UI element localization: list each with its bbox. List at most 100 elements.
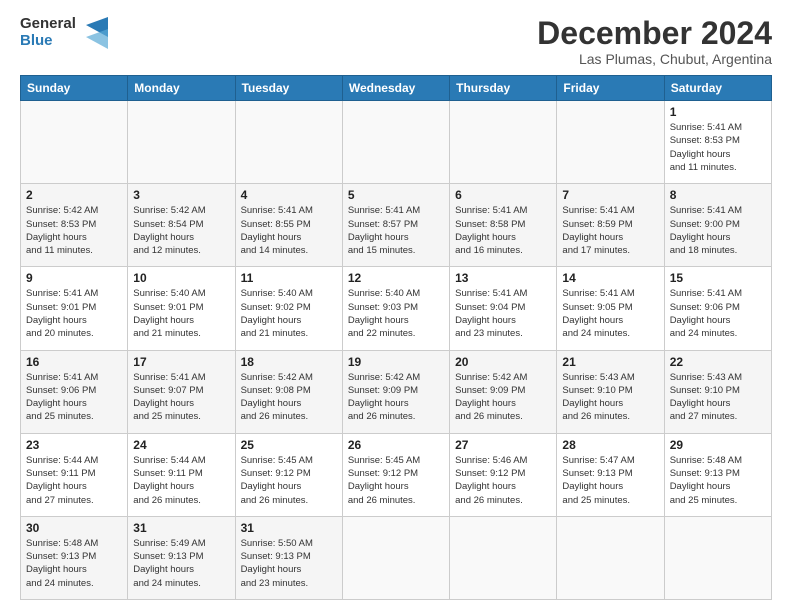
day-info: Sunrise: 5:41 AM Sunset: 9:06 PM Dayligh… <box>26 372 98 423</box>
cell-3-2: 18 Sunrise: 5:42 AM Sunset: 9:08 PM Dayl… <box>235 350 342 433</box>
day-info: Sunrise: 5:41 AM Sunset: 9:05 PM Dayligh… <box>562 288 634 339</box>
cell-4-1: 24 Sunrise: 5:44 AM Sunset: 9:11 PM Dayl… <box>128 433 235 516</box>
cell-3-1: 17 Sunrise: 5:41 AM Sunset: 9:07 PM Dayl… <box>128 350 235 433</box>
calendar-header-row: Sunday Monday Tuesday Wednesday Thursday… <box>21 76 772 101</box>
cell-5-1: 31 Sunrise: 5:49 AM Sunset: 9:13 PM Dayl… <box>128 516 235 599</box>
week-row-3: 16 Sunrise: 5:41 AM Sunset: 9:06 PM Dayl… <box>21 350 772 433</box>
logo-general-text: General <box>20 16 76 33</box>
day-number: 20 <box>455 355 551 369</box>
day-info: Sunrise: 5:41 AM Sunset: 8:57 PM Dayligh… <box>348 205 420 256</box>
day-number: 14 <box>562 271 658 285</box>
cell-2-3: 12 Sunrise: 5:40 AM Sunset: 9:03 PM Dayl… <box>342 267 449 350</box>
cell-2-5: 14 Sunrise: 5:41 AM Sunset: 9:05 PM Dayl… <box>557 267 664 350</box>
cell-5-5 <box>557 516 664 599</box>
logo-blue-text: Blue <box>20 33 76 50</box>
day-info: Sunrise: 5:40 AM Sunset: 9:01 PM Dayligh… <box>133 288 205 339</box>
day-info: Sunrise: 5:41 AM Sunset: 8:58 PM Dayligh… <box>455 205 527 256</box>
day-info: Sunrise: 5:41 AM Sunset: 9:07 PM Dayligh… <box>133 372 205 423</box>
cell-1-1: 3 Sunrise: 5:42 AM Sunset: 8:54 PM Dayli… <box>128 184 235 267</box>
day-info: Sunrise: 5:48 AM Sunset: 9:13 PM Dayligh… <box>670 455 742 506</box>
cell-1-5: 7 Sunrise: 5:41 AM Sunset: 8:59 PM Dayli… <box>557 184 664 267</box>
cell-3-4: 20 Sunrise: 5:42 AM Sunset: 9:09 PM Dayl… <box>450 350 557 433</box>
day-number: 31 <box>241 521 337 535</box>
day-number: 10 <box>133 271 229 285</box>
main-title: December 2024 <box>537 16 772 51</box>
cell-5-2: 31 Sunrise: 5:50 AM Sunset: 9:13 PM Dayl… <box>235 516 342 599</box>
cell-2-4: 13 Sunrise: 5:41 AM Sunset: 9:04 PM Dayl… <box>450 267 557 350</box>
day-number: 23 <box>26 438 122 452</box>
day-info: Sunrise: 5:42 AM Sunset: 8:53 PM Dayligh… <box>26 205 98 256</box>
day-number: 6 <box>455 188 551 202</box>
day-number: 8 <box>670 188 766 202</box>
day-number: 13 <box>455 271 551 285</box>
cell-3-5: 21 Sunrise: 5:43 AM Sunset: 9:10 PM Dayl… <box>557 350 664 433</box>
day-info: Sunrise: 5:42 AM Sunset: 9:09 PM Dayligh… <box>348 372 420 423</box>
day-info: Sunrise: 5:47 AM Sunset: 9:13 PM Dayligh… <box>562 455 634 506</box>
day-info: Sunrise: 5:43 AM Sunset: 9:10 PM Dayligh… <box>670 372 742 423</box>
week-row-1: 2 Sunrise: 5:42 AM Sunset: 8:53 PM Dayli… <box>21 184 772 267</box>
cell-1-4: 6 Sunrise: 5:41 AM Sunset: 8:58 PM Dayli… <box>450 184 557 267</box>
week-row-5: 30 Sunrise: 5:48 AM Sunset: 9:13 PM Dayl… <box>21 516 772 599</box>
day-number: 24 <box>133 438 229 452</box>
cell-3-3: 19 Sunrise: 5:42 AM Sunset: 9:09 PM Dayl… <box>342 350 449 433</box>
day-number: 22 <box>670 355 766 369</box>
cell-4-2: 25 Sunrise: 5:45 AM Sunset: 9:12 PM Dayl… <box>235 433 342 516</box>
day-info: Sunrise: 5:50 AM Sunset: 9:13 PM Dayligh… <box>241 538 313 589</box>
day-number: 31 <box>133 521 229 535</box>
subtitle: Las Plumas, Chubut, Argentina <box>537 51 772 67</box>
cell-1-0: 2 Sunrise: 5:42 AM Sunset: 8:53 PM Dayli… <box>21 184 128 267</box>
cell-0-1 <box>128 101 235 184</box>
day-info: Sunrise: 5:40 AM Sunset: 9:02 PM Dayligh… <box>241 288 313 339</box>
week-row-2: 9 Sunrise: 5:41 AM Sunset: 9:01 PM Dayli… <box>21 267 772 350</box>
cell-5-4 <box>450 516 557 599</box>
cell-2-6: 15 Sunrise: 5:41 AM Sunset: 9:06 PM Dayl… <box>664 267 771 350</box>
title-area: December 2024 Las Plumas, Chubut, Argent… <box>537 16 772 67</box>
day-number: 15 <box>670 271 766 285</box>
cell-0-4 <box>450 101 557 184</box>
header-wednesday: Wednesday <box>342 76 449 101</box>
day-info: Sunrise: 5:48 AM Sunset: 9:13 PM Dayligh… <box>26 538 98 589</box>
day-number: 25 <box>241 438 337 452</box>
cell-0-3 <box>342 101 449 184</box>
day-info: Sunrise: 5:45 AM Sunset: 9:12 PM Dayligh… <box>241 455 313 506</box>
cell-2-0: 9 Sunrise: 5:41 AM Sunset: 9:01 PM Dayli… <box>21 267 128 350</box>
day-number: 26 <box>348 438 444 452</box>
header-monday: Monday <box>128 76 235 101</box>
cell-0-6: 1 Sunrise: 5:41 AM Sunset: 8:53 PM Dayli… <box>664 101 771 184</box>
day-info: Sunrise: 5:41 AM Sunset: 9:04 PM Dayligh… <box>455 288 527 339</box>
calendar-table: Sunday Monday Tuesday Wednesday Thursday… <box>20 75 772 600</box>
day-info: Sunrise: 5:44 AM Sunset: 9:11 PM Dayligh… <box>26 455 98 506</box>
day-number: 17 <box>133 355 229 369</box>
day-info: Sunrise: 5:41 AM Sunset: 9:06 PM Dayligh… <box>670 288 742 339</box>
cell-5-0: 30 Sunrise: 5:48 AM Sunset: 9:13 PM Dayl… <box>21 516 128 599</box>
day-info: Sunrise: 5:42 AM Sunset: 8:54 PM Dayligh… <box>133 205 205 256</box>
day-number: 16 <box>26 355 122 369</box>
day-number: 1 <box>670 105 766 119</box>
day-info: Sunrise: 5:41 AM Sunset: 9:00 PM Dayligh… <box>670 205 742 256</box>
cell-4-3: 26 Sunrise: 5:45 AM Sunset: 9:12 PM Dayl… <box>342 433 449 516</box>
page: General Blue December 2024 Las Plumas, C… <box>0 0 792 612</box>
week-row-4: 23 Sunrise: 5:44 AM Sunset: 9:11 PM Dayl… <box>21 433 772 516</box>
cell-4-5: 28 Sunrise: 5:47 AM Sunset: 9:13 PM Dayl… <box>557 433 664 516</box>
day-number: 12 <box>348 271 444 285</box>
day-number: 18 <box>241 355 337 369</box>
cell-0-5 <box>557 101 664 184</box>
day-info: Sunrise: 5:41 AM Sunset: 8:59 PM Dayligh… <box>562 205 634 256</box>
cell-2-1: 10 Sunrise: 5:40 AM Sunset: 9:01 PM Dayl… <box>128 267 235 350</box>
day-info: Sunrise: 5:42 AM Sunset: 9:08 PM Dayligh… <box>241 372 313 423</box>
day-number: 4 <box>241 188 337 202</box>
cell-4-4: 27 Sunrise: 5:46 AM Sunset: 9:12 PM Dayl… <box>450 433 557 516</box>
logo-bird-icon <box>86 17 108 49</box>
day-info: Sunrise: 5:43 AM Sunset: 9:10 PM Dayligh… <box>562 372 634 423</box>
week-row-0: 1 Sunrise: 5:41 AM Sunset: 8:53 PM Dayli… <box>21 101 772 184</box>
cell-0-2 <box>235 101 342 184</box>
cell-2-2: 11 Sunrise: 5:40 AM Sunset: 9:02 PM Dayl… <box>235 267 342 350</box>
header-thursday: Thursday <box>450 76 557 101</box>
day-info: Sunrise: 5:41 AM Sunset: 8:53 PM Dayligh… <box>670 122 742 173</box>
day-number: 7 <box>562 188 658 202</box>
header-saturday: Saturday <box>664 76 771 101</box>
cell-5-6 <box>664 516 771 599</box>
header-sunday: Sunday <box>21 76 128 101</box>
day-number: 30 <box>26 521 122 535</box>
header-friday: Friday <box>557 76 664 101</box>
